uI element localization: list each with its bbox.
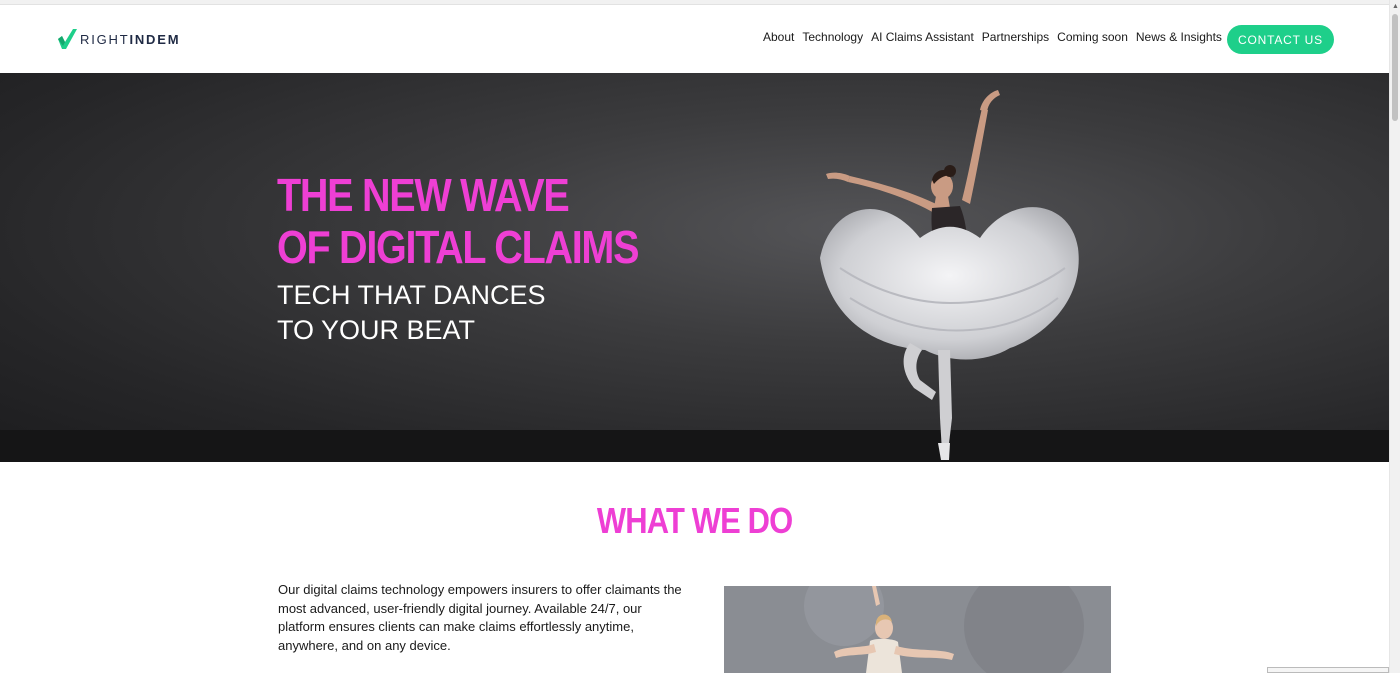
- logo-text-bold: INDEM: [129, 31, 181, 47]
- hero-title: THE NEW WAVE OF DIGITAL CLAIMS: [277, 169, 639, 273]
- scroll-thumb[interactable]: [1392, 14, 1398, 121]
- hero-floor: [0, 430, 1389, 462]
- nav-item-partnerships[interactable]: Partnerships: [982, 30, 1049, 44]
- nav-item-coming-soon[interactable]: Coming soon: [1057, 30, 1128, 44]
- scroll-up-arrow-icon[interactable]: ▲: [1392, 3, 1399, 10]
- nav-item-about[interactable]: About: [763, 30, 794, 44]
- ballerina-image: [820, 90, 1079, 460]
- what-we-do-body: Our digital claims technology empowers i…: [278, 582, 682, 653]
- logo-text-light: RIGHT: [80, 31, 130, 47]
- hero-title-line1: THE NEW WAVE: [277, 169, 570, 221]
- ballerina-secondary-image: [724, 586, 1111, 673]
- checkmark-logo-icon: [58, 29, 77, 49]
- hero-subtitle: TECH THAT DANCES TO YOUR BEAT: [277, 278, 546, 348]
- site-header: RIGHTINDEM About Technology AI Claims As…: [0, 5, 1389, 73]
- contact-us-button[interactable]: CONTACT US: [1227, 25, 1334, 54]
- main-nav: About Technology AI Claims Assistant Par…: [763, 30, 1230, 44]
- hero-subtitle-line2: TO YOUR BEAT: [277, 315, 476, 345]
- nav-item-ai-claims-assistant[interactable]: AI Claims Assistant: [871, 30, 974, 44]
- page-scrollbar[interactable]: ▲: [1389, 0, 1400, 673]
- hero-banner: THE NEW WAVE OF DIGITAL CLAIMS TECH THAT…: [0, 73, 1389, 462]
- logo[interactable]: RIGHTINDEM: [56, 28, 180, 50]
- nav-item-news-insights[interactable]: News & Insights: [1136, 30, 1222, 44]
- logo-text: RIGHTINDEM: [80, 32, 180, 47]
- hero-subtitle-line1: TECH THAT DANCES: [277, 280, 546, 310]
- what-we-do-heading-text: WHAT WE DO: [596, 500, 793, 541]
- what-we-do-heading: WHAT WE DO: [0, 500, 1389, 542]
- hero-title-line2: OF DIGITAL CLAIMS: [277, 221, 639, 273]
- nav-item-technology[interactable]: Technology: [802, 30, 863, 44]
- corner-widget[interactable]: [1267, 667, 1389, 673]
- ballerina-secondary-graphic: [724, 586, 1111, 673]
